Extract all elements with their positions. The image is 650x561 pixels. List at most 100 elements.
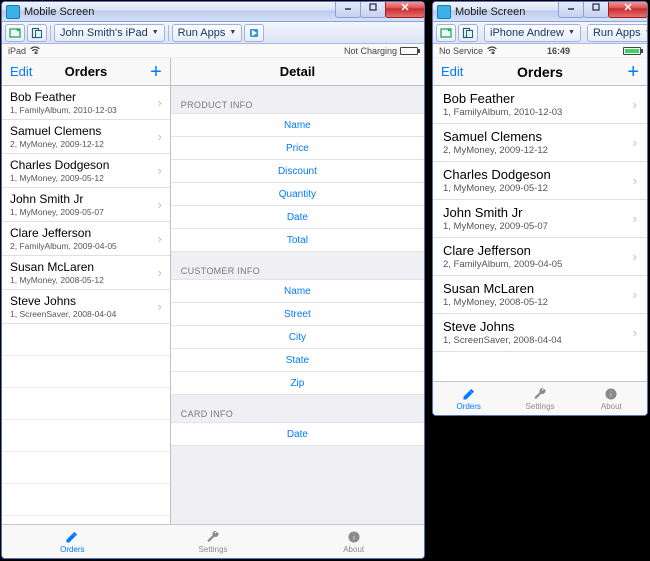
order-name: Susan McLaren: [443, 281, 633, 296]
chevron-right-icon: ›: [633, 325, 637, 340]
toolbar-button-3[interactable]: [244, 24, 264, 42]
list-item[interactable]: Susan McLaren1, MyMoney, 2008-05-12›: [433, 276, 647, 314]
edit-button[interactable]: Edit: [433, 64, 471, 79]
order-subtitle: 2, MyMoney, 2009-12-12: [443, 145, 633, 156]
tab-bar: Orders Settings About: [433, 381, 647, 415]
status-device: iPad: [8, 46, 26, 56]
split-view: Edit Orders + Bob Feather1, FamilyAlbum,…: [2, 58, 424, 524]
list-item[interactable]: Steve Johns1, ScreenSaver, 2008-04-04›: [433, 314, 647, 352]
master-pane: Edit Orders + Bob Feather1, FamilyAlbum,…: [2, 58, 171, 524]
detail-row[interactable]: Price: [171, 136, 424, 160]
order-subtitle: 1, FamilyAlbum, 2010-12-03: [10, 105, 157, 115]
detail-row[interactable]: City: [171, 325, 424, 349]
list-item[interactable]: Bob Feather1, FamilyAlbum, 2010-12-03›: [433, 86, 647, 124]
titlebar[interactable]: Mobile Screen: [2, 2, 424, 22]
order-subtitle: 1, FamilyAlbum, 2010-12-03: [443, 107, 633, 118]
list-item[interactable]: John Smith Jr1, MyMoney, 2009-05-07›: [433, 200, 647, 238]
list-item[interactable]: Clare Jefferson2, FamilyAlbum, 2009-04-0…: [2, 222, 170, 256]
detail-content[interactable]: PRODUCT INFONamePriceDiscountQuantityDat…: [171, 86, 424, 524]
window-title: Mobile Screen: [455, 6, 525, 18]
empty-row: [2, 420, 170, 452]
tab-settings[interactable]: Settings: [143, 525, 284, 558]
run-apps-button[interactable]: Run Apps▼: [172, 24, 243, 42]
tab-about[interactable]: About: [576, 382, 647, 415]
device-selector[interactable]: iPhone Andrew▼: [484, 24, 581, 42]
app-icon: [6, 5, 20, 19]
add-button[interactable]: +: [619, 63, 647, 81]
tab-orders[interactable]: Orders: [433, 382, 504, 415]
pencil-icon: [461, 387, 477, 401]
order-name: Bob Feather: [443, 91, 633, 106]
order-subtitle: 1, MyMoney, 2009-05-12: [10, 173, 157, 183]
window-title: Mobile Screen: [24, 6, 94, 18]
tab-settings[interactable]: Settings: [504, 382, 575, 415]
window-ipad: Mobile Screen John Smith's iPad▼ Run App…: [1, 1, 425, 559]
toolbar-button-1[interactable]: [436, 24, 456, 42]
tab-orders[interactable]: Orders: [2, 525, 143, 558]
wrench-icon: [532, 387, 548, 401]
battery-icon: [400, 47, 418, 55]
order-subtitle: 2, FamilyAlbum, 2009-04-05: [10, 241, 157, 251]
maximize-button[interactable]: [360, 1, 386, 18]
list-item[interactable]: Charles Dodgeson1, MyMoney, 2009-05-12›: [433, 162, 647, 200]
status-bar: No Service 16:49: [433, 44, 647, 58]
status-charge: Not Charging: [344, 46, 397, 56]
run-apps-button[interactable]: Run Apps▼: [587, 24, 648, 42]
battery-icon: [623, 47, 641, 55]
detail-row[interactable]: Quantity: [171, 182, 424, 206]
list-item[interactable]: John Smith Jr1, MyMoney, 2009-05-07›: [2, 188, 170, 222]
order-name: Samuel Clemens: [443, 129, 633, 144]
toolbar-button-1[interactable]: [5, 24, 25, 42]
order-name: Clare Jefferson: [10, 226, 157, 240]
list-item[interactable]: Susan McLaren1, MyMoney, 2008-05-12›: [2, 256, 170, 290]
close-button[interactable]: [385, 1, 425, 18]
status-bar: iPad Not Charging: [2, 44, 424, 58]
tab-about[interactable]: About: [283, 525, 424, 558]
list-item[interactable]: Clare Jefferson2, FamilyAlbum, 2009-04-0…: [433, 238, 647, 276]
orders-list[interactable]: Bob Feather1, FamilyAlbum, 2010-12-03›Sa…: [2, 86, 170, 524]
order-name: Steve Johns: [443, 319, 633, 334]
list-item[interactable]: Samuel Clemens2, MyMoney, 2009-12-12›: [433, 124, 647, 162]
chevron-right-icon: ›: [633, 249, 637, 264]
detail-row[interactable]: Date: [171, 422, 424, 446]
maximize-button[interactable]: [583, 1, 609, 18]
section-header: CUSTOMER INFO: [171, 252, 424, 280]
order-subtitle: 2, MyMoney, 2009-12-12: [10, 139, 157, 149]
order-subtitle: 1, MyMoney, 2008-05-12: [443, 297, 633, 308]
detail-row[interactable]: Total: [171, 228, 424, 252]
toolbar-button-2[interactable]: [27, 24, 47, 42]
status-time: 16:49: [497, 46, 620, 56]
detail-row[interactable]: Name: [171, 113, 424, 137]
detail-pane: Detail PRODUCT INFONamePriceDiscountQuan…: [171, 58, 424, 524]
orders-list[interactable]: Bob Feather1, FamilyAlbum, 2010-12-03›Sa…: [433, 86, 647, 381]
detail-row[interactable]: State: [171, 348, 424, 372]
minimize-button[interactable]: [558, 1, 584, 18]
list-item[interactable]: Steve Johns1, ScreenSaver, 2008-04-04›: [2, 290, 170, 324]
master-navbar: Edit Orders +: [2, 58, 170, 86]
order-subtitle: 1, MyMoney, 2009-05-07: [10, 207, 157, 217]
list-item[interactable]: Samuel Clemens2, MyMoney, 2009-12-12›: [2, 120, 170, 154]
list-item[interactable]: Bob Feather1, FamilyAlbum, 2010-12-03›: [2, 86, 170, 120]
order-name: John Smith Jr: [443, 205, 633, 220]
detail-row[interactable]: Discount: [171, 159, 424, 183]
info-icon: [603, 387, 619, 401]
order-name: Charles Dodgeson: [10, 158, 157, 172]
detail-row[interactable]: Name: [171, 279, 424, 303]
device-selector[interactable]: John Smith's iPad▼: [54, 24, 165, 42]
empty-row: [2, 484, 170, 516]
status-carrier: No Service: [439, 46, 483, 56]
detail-row[interactable]: Street: [171, 302, 424, 326]
app-icon: [437, 5, 451, 19]
add-button[interactable]: +: [142, 63, 170, 81]
close-button[interactable]: [608, 1, 648, 18]
chevron-right-icon: ›: [157, 197, 161, 212]
minimize-button[interactable]: [335, 1, 361, 18]
toolbar-button-2[interactable]: [458, 24, 478, 42]
edit-button[interactable]: Edit: [2, 64, 40, 79]
titlebar[interactable]: Mobile Screen: [433, 2, 647, 22]
detail-row[interactable]: Zip: [171, 371, 424, 395]
list-item[interactable]: Charles Dodgeson1, MyMoney, 2009-05-12›: [2, 154, 170, 188]
window-iphone: Mobile Screen iPhone Andrew▼ Run Apps▼ N…: [432, 1, 648, 416]
chevron-right-icon: ›: [157, 231, 161, 246]
detail-row[interactable]: Date: [171, 205, 424, 229]
